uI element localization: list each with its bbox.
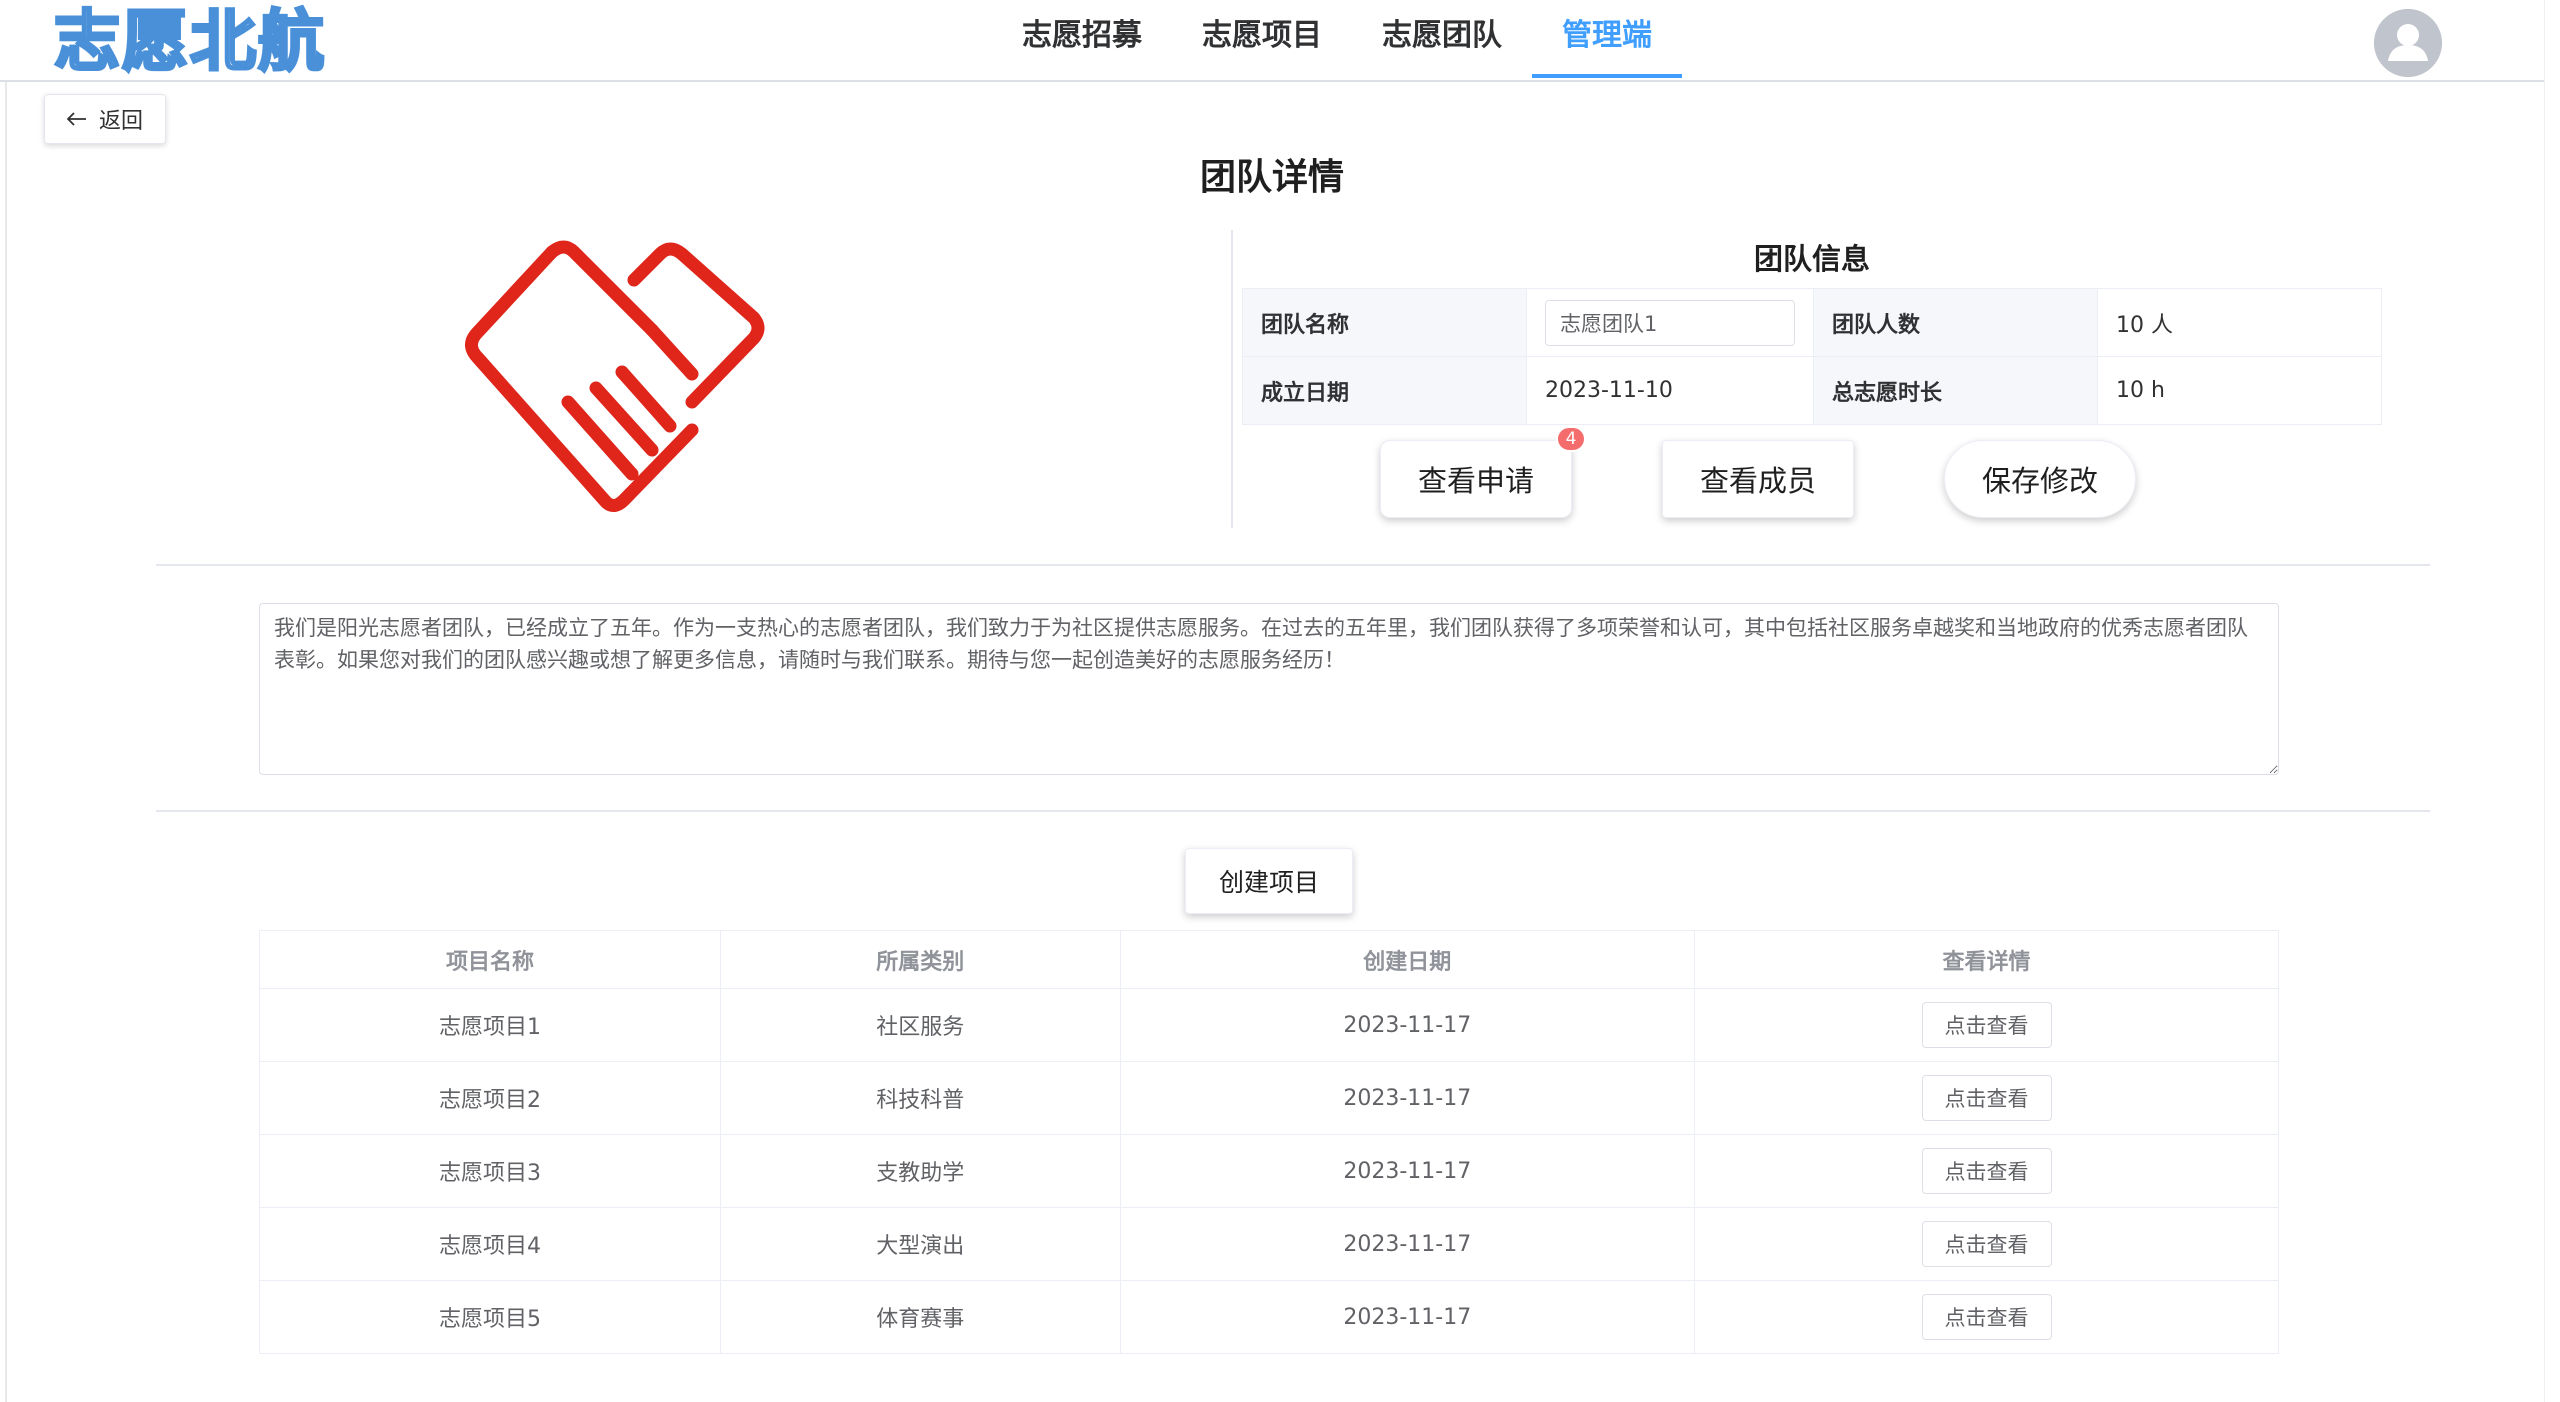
project-detail-cell: 点击查看 xyxy=(1694,1134,2279,1208)
table-row: 志愿项目3 支教助学 2023-11-17 点击查看 xyxy=(259,1134,2279,1208)
create-project-button[interactable]: 创建项目 xyxy=(1185,848,1353,914)
nav-item-admin[interactable]: 管理端 xyxy=(1532,0,1682,78)
projects-table: 项目名称 所属类别 创建日期 查看详情 志愿项目1 社区服务 2023-11-1… xyxy=(259,930,2279,1354)
total-hours-value: 10 h xyxy=(2096,356,2383,425)
project-detail-cell: 点击查看 xyxy=(1694,1061,2279,1135)
table-row: 志愿项目1 社区服务 2023-11-17 点击查看 xyxy=(259,988,2279,1062)
project-date: 2023-11-17 xyxy=(1119,1134,1696,1208)
user-avatar-icon[interactable] xyxy=(2374,9,2442,77)
project-category: 支教助学 xyxy=(719,1134,1121,1208)
view-detail-button[interactable]: 点击查看 xyxy=(1921,1002,2052,1048)
back-button-label: 返回 xyxy=(98,109,143,134)
team-description-textarea[interactable]: 我们是阳光志愿者团队，已经成立了五年。作为一支热心的志愿者团队，我们致力于为社区… xyxy=(259,603,2279,775)
arrow-left-icon xyxy=(66,107,87,132)
nav-item-recruit[interactable]: 志愿招募 xyxy=(992,0,1172,72)
project-category: 科技科普 xyxy=(719,1061,1121,1135)
section-divider-bottom xyxy=(156,810,2430,812)
save-changes-button[interactable]: 保存修改 xyxy=(1944,440,2136,518)
vertical-divider xyxy=(1231,230,1233,528)
view-members-button[interactable]: 查看成员 xyxy=(1662,440,1854,518)
brand-logo[interactable]: 志愿北航 xyxy=(53,0,326,84)
page-scrollbar[interactable] xyxy=(2544,0,2560,1402)
view-detail-button[interactable]: 点击查看 xyxy=(1921,1294,2052,1340)
table-row: 志愿项目4 大型演出 2023-11-17 点击查看 xyxy=(259,1207,2279,1281)
column-header-date: 创建日期 xyxy=(1119,930,1696,989)
team-info-table: 团队名称 团队人数 10 人 成立日期 2023-11-10 总志愿时长 10 … xyxy=(1242,288,2383,425)
project-detail-cell: 点击查看 xyxy=(1694,1207,2279,1281)
handshake-heart-icon xyxy=(456,238,768,518)
nav-item-teams[interactable]: 志愿团队 xyxy=(1352,0,1532,72)
project-detail-cell: 点击查看 xyxy=(1694,988,2279,1062)
founded-date-label: 成立日期 xyxy=(1242,356,1527,425)
team-name-label: 团队名称 xyxy=(1242,288,1527,357)
project-date: 2023-11-17 xyxy=(1119,988,1696,1062)
team-name-input[interactable] xyxy=(1544,299,1795,346)
team-members-value: 10 人 xyxy=(2096,288,2383,357)
project-name: 志愿项目4 xyxy=(259,1207,721,1281)
section-divider-top xyxy=(156,564,2430,566)
total-hours-label: 总志愿时长 xyxy=(1812,356,2098,425)
project-category: 社区服务 xyxy=(719,988,1121,1062)
top-header: 志愿北航 志愿招募 志愿项目 志愿团队 管理端 xyxy=(0,0,2544,82)
column-header-name: 项目名称 xyxy=(259,930,721,989)
page-title: 团队详情 xyxy=(1199,157,1344,198)
column-header-detail: 查看详情 xyxy=(1694,930,2279,989)
team-members-label: 团队人数 xyxy=(1812,288,2098,357)
view-detail-button[interactable]: 点击查看 xyxy=(1921,1221,2052,1267)
applications-count-badge: 4 xyxy=(1556,426,1586,452)
back-button[interactable]: 返回 xyxy=(44,94,166,144)
view-detail-button[interactable]: 点击查看 xyxy=(1921,1075,2052,1121)
project-date: 2023-11-17 xyxy=(1119,1280,1696,1354)
main-nav: 志愿招募 志愿项目 志愿团队 管理端 xyxy=(992,0,1682,80)
nav-item-projects[interactable]: 志愿项目 xyxy=(1172,0,1352,72)
view-detail-button[interactable]: 点击查看 xyxy=(1921,1148,2052,1194)
project-category: 体育赛事 xyxy=(719,1280,1121,1354)
table-row: 志愿项目2 科技科普 2023-11-17 点击查看 xyxy=(259,1061,2279,1135)
project-name: 志愿项目5 xyxy=(259,1280,721,1354)
project-date: 2023-11-17 xyxy=(1119,1207,1696,1281)
team-info-title: 团队信息 xyxy=(1753,242,1870,276)
view-applications-button[interactable]: 查看申请 xyxy=(1380,440,1572,518)
founded-date-value: 2023-11-10 xyxy=(1525,356,1814,425)
table-row: 志愿项目5 体育赛事 2023-11-17 点击查看 xyxy=(259,1280,2279,1354)
table-header-row: 项目名称 所属类别 创建日期 查看详情 xyxy=(259,930,2279,989)
project-detail-cell: 点击查看 xyxy=(1694,1280,2279,1354)
project-name: 志愿项目3 xyxy=(259,1134,721,1208)
project-date: 2023-11-17 xyxy=(1119,1061,1696,1135)
project-category: 大型演出 xyxy=(719,1207,1121,1281)
project-name: 志愿项目2 xyxy=(259,1061,721,1135)
column-header-category: 所属类别 xyxy=(719,930,1121,989)
team-name-cell xyxy=(1525,288,1814,357)
project-name: 志愿项目1 xyxy=(259,988,721,1062)
page-left-border xyxy=(5,0,7,1402)
